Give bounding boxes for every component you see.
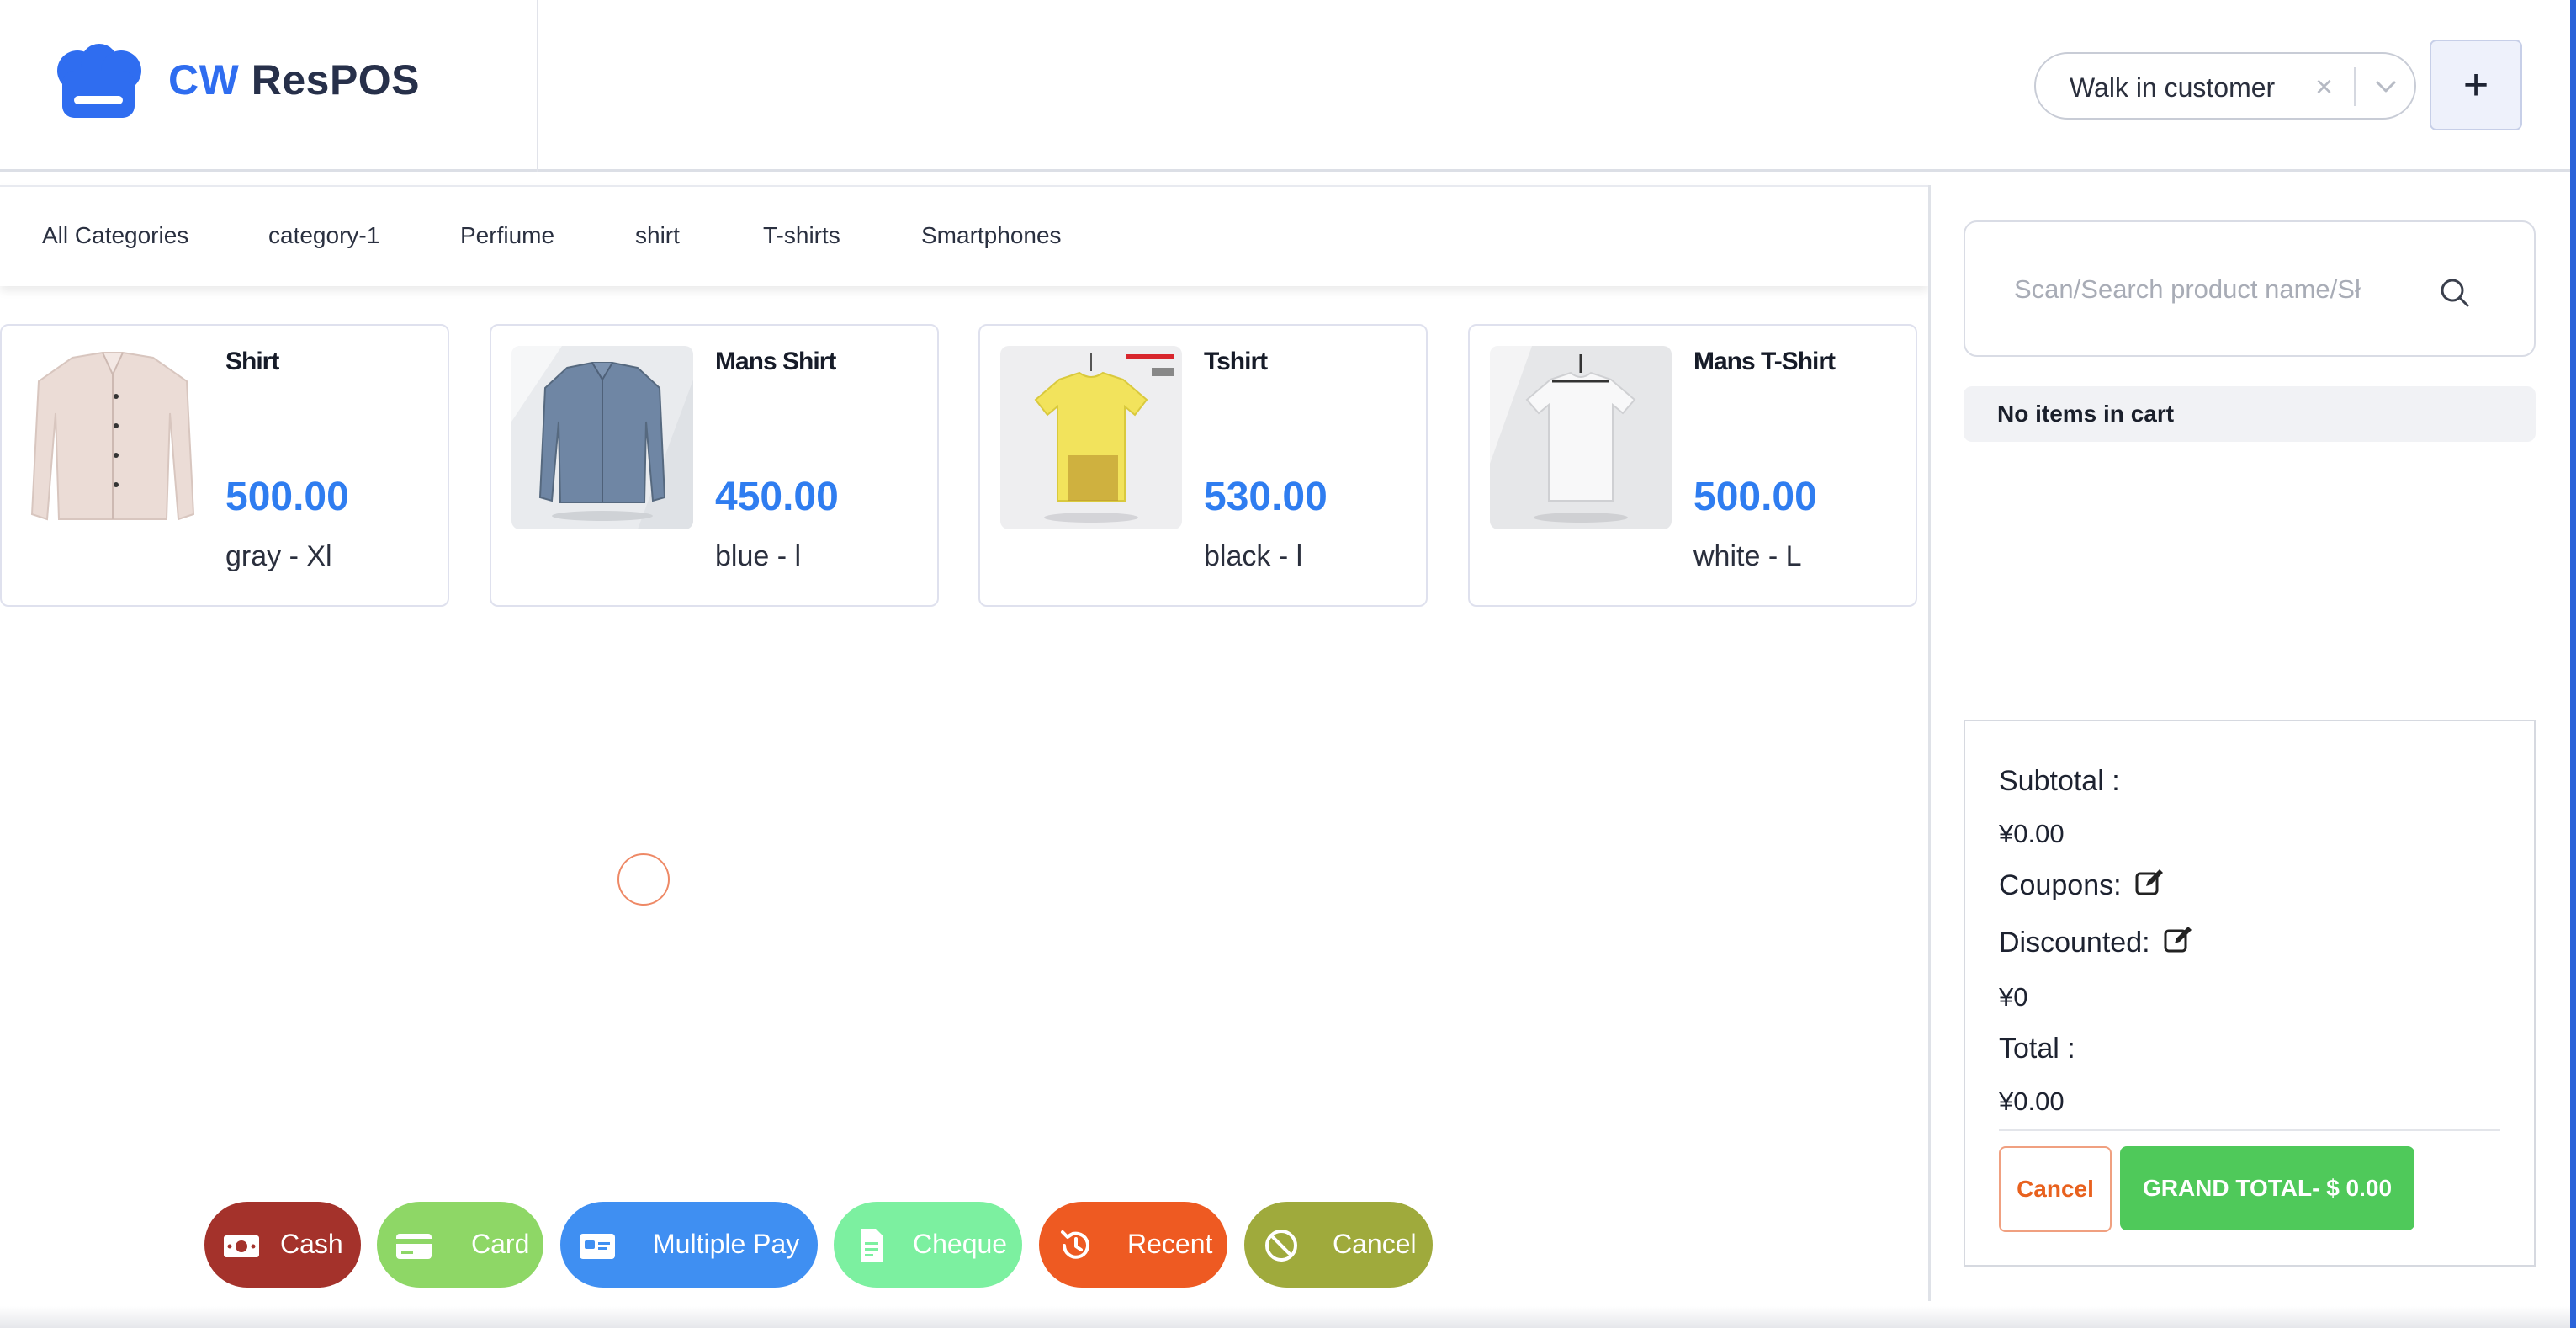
tshirt-image xyxy=(1000,346,1182,529)
product-variant: white - L xyxy=(1693,540,1802,572)
customer-select-value: Walk in customer xyxy=(2070,72,2276,103)
category-t-shirts[interactable]: T-shirts xyxy=(763,222,840,249)
app-title-respos: ResPOS xyxy=(251,56,421,104)
chef-hat-logo-icon xyxy=(57,44,141,118)
product-variant: black - l xyxy=(1204,540,1303,572)
card-label: Card xyxy=(471,1229,530,1259)
cheque-icon xyxy=(861,1229,883,1262)
coupons-label: Coupons: xyxy=(1999,869,2122,901)
product-name: Mans T-Shirt xyxy=(1693,348,1836,375)
product-card[interactable]: Mans T-Shirt 500.00 white - L xyxy=(1468,324,1917,607)
cash-icon xyxy=(224,1235,259,1257)
brand-area: CW ResPOS xyxy=(0,0,538,172)
add-customer-button[interactable]: + xyxy=(2430,40,2522,130)
edit-discount-icon[interactable] xyxy=(2163,925,2193,955)
summary-divider xyxy=(1999,1129,2500,1131)
product-price: 530.00 xyxy=(1204,475,1328,519)
category-category-1[interactable]: category-1 xyxy=(268,222,379,249)
product-name: Mans Shirt xyxy=(715,348,836,375)
total-value: ¥0.00 xyxy=(1999,1086,2065,1116)
top-header: CW ResPOS Walk in customer × + xyxy=(0,0,2570,172)
card-icon xyxy=(396,1234,432,1259)
product-price: 500.00 xyxy=(1693,475,1817,519)
product-variant: gray - Xl xyxy=(225,540,332,572)
app-title-cw: CW xyxy=(168,56,240,104)
multiple-pay-label: Multiple Pay xyxy=(653,1229,800,1259)
mans-tshirt-image xyxy=(1490,346,1672,529)
product-search-input[interactable]: Scan/Search product name/Sł xyxy=(1964,220,2536,357)
discounted-label: Discounted: xyxy=(1999,927,2150,959)
window-edge xyxy=(2570,0,2576,1328)
card-button[interactable]: Card xyxy=(377,1202,543,1288)
product-name: Tshirt xyxy=(1204,348,1268,375)
product-price: 450.00 xyxy=(715,475,839,519)
ban-icon xyxy=(1265,1230,1297,1262)
search-placeholder: Scan/Search product name/Sł xyxy=(2014,274,2361,304)
app-title: CW ResPOS xyxy=(168,56,420,104)
category-perfiume[interactable]: Perfiume xyxy=(460,222,554,249)
category-shirt[interactable]: shirt xyxy=(635,222,680,249)
subtotal-value: ¥0.00 xyxy=(1999,819,2065,848)
shirt-image xyxy=(22,346,204,529)
category-tabs: All Categories category-1 Perfiume shirt… xyxy=(0,185,1928,286)
customer-select[interactable]: Walk in customer × xyxy=(2034,52,2416,120)
history-icon xyxy=(1061,1230,1089,1259)
cash-label: Cash xyxy=(280,1229,343,1259)
empty-cart-text: No items in cart xyxy=(1997,401,2175,427)
category-smartphones[interactable]: Smartphones xyxy=(921,222,1062,249)
discounted-value: ¥0 xyxy=(1999,982,2028,1012)
cancel-order-button[interactable]: Cancel xyxy=(1999,1146,2112,1232)
bottom-shadow xyxy=(0,1306,2570,1328)
product-card[interactable]: Mans Shirt 450.00 blue - l xyxy=(490,324,939,607)
product-card[interactable]: Shirt 500.00 gray - Xl xyxy=(0,324,449,607)
edit-coupons-icon[interactable] xyxy=(2134,868,2165,898)
select-separator xyxy=(2354,67,2356,106)
product-price: 500.00 xyxy=(225,475,349,519)
order-summary: Subtotal : ¥0.00 Coupons: Discounted: ¥0… xyxy=(1964,720,2536,1267)
discounted-row: Discounted: xyxy=(1999,925,2193,959)
empty-cart-message: No items in cart xyxy=(1964,386,2536,442)
cancel-sale-label: Cancel xyxy=(1333,1229,1417,1259)
cursor-indicator xyxy=(617,853,670,906)
cheque-label: Cheque xyxy=(913,1229,1008,1259)
product-variant: blue - l xyxy=(715,540,802,572)
product-name: Shirt xyxy=(225,348,279,375)
mans-shirt-image xyxy=(511,346,693,529)
cancel-sale-button[interactable]: Cancel xyxy=(1244,1202,1433,1288)
recent-label: Recent xyxy=(1127,1229,1213,1259)
chevron-down-icon[interactable] xyxy=(2369,72,2403,103)
product-card[interactable]: Tshirt 530.00 black - l xyxy=(978,324,1428,607)
multiple-pay-button[interactable]: Multiple Pay xyxy=(560,1202,818,1288)
recent-button[interactable]: Recent xyxy=(1039,1202,1227,1288)
total-label: Total : xyxy=(1999,1033,2075,1065)
cash-button[interactable]: Cash xyxy=(204,1202,361,1288)
search-icon[interactable] xyxy=(2438,276,2472,310)
multiple-pay-icon xyxy=(580,1234,615,1259)
coupons-row: Coupons: xyxy=(1999,868,2165,902)
cheque-button[interactable]: Cheque xyxy=(834,1202,1022,1288)
category-all[interactable]: All Categories xyxy=(42,222,188,249)
grand-total-button[interactable]: GRAND TOTAL- $ 0.00 xyxy=(2120,1146,2414,1230)
clear-customer-icon[interactable]: × xyxy=(2315,69,2333,104)
subtotal-label: Subtotal : xyxy=(1999,765,2120,797)
